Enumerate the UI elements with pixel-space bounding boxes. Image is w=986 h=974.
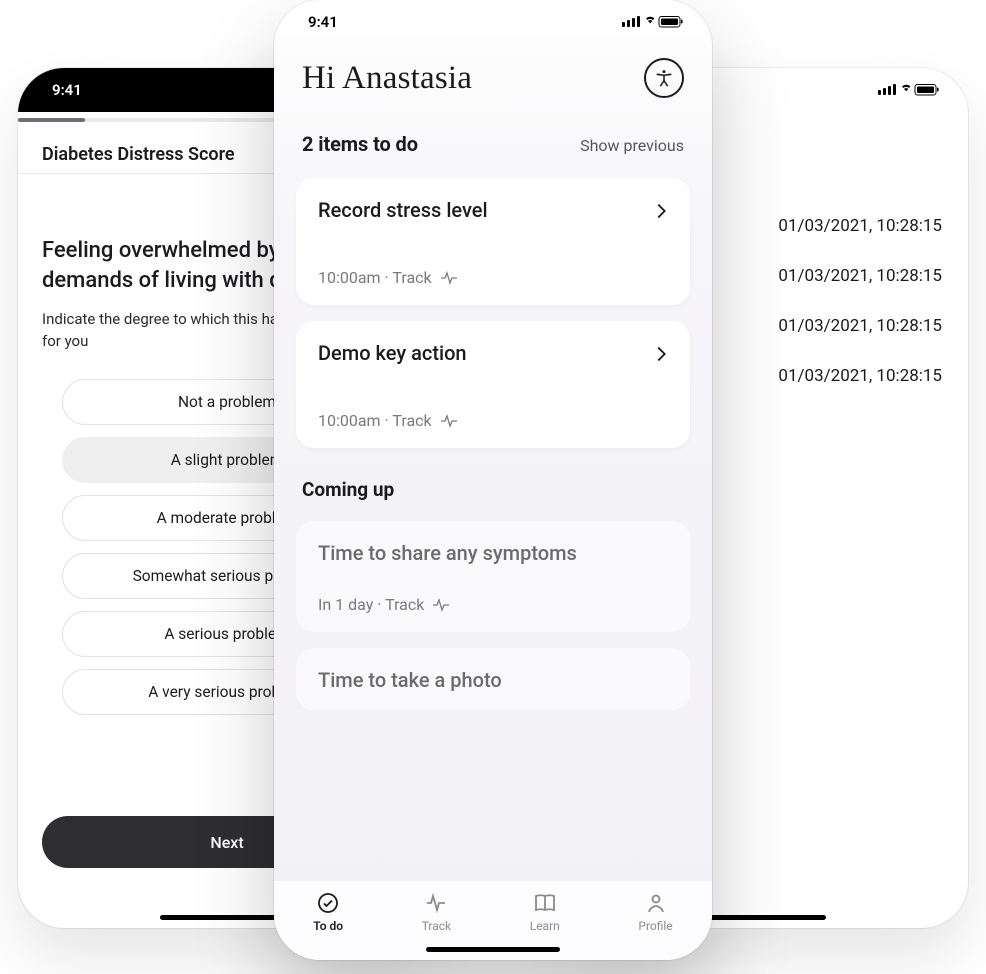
status-time: 9:41	[52, 81, 82, 99]
todo-card[interactable]: Demo key action 10:00am · Track	[296, 321, 690, 448]
show-previous-link[interactable]: Show previous	[580, 136, 684, 155]
card-meta: 10:00am · Track	[318, 411, 668, 430]
pulse-icon	[432, 598, 450, 612]
accessibility-icon	[653, 67, 675, 89]
user-icon	[644, 891, 668, 915]
check-circle-icon	[316, 891, 340, 915]
coming-up-heading: Coming up	[274, 448, 712, 511]
status-bar: 9:41	[274, 0, 712, 44]
tab-profile[interactable]: Profile	[638, 891, 672, 933]
pulse-icon	[440, 271, 458, 285]
tab-todo[interactable]: To do	[313, 891, 343, 933]
home-screen: 9:41 Hi Anastasia 2 items to do Show pre…	[274, 0, 712, 960]
tab-label: Profile	[638, 919, 672, 933]
tab-label: To do	[313, 919, 343, 933]
tab-track[interactable]: Track	[422, 891, 451, 933]
tab-label: Track	[422, 919, 451, 933]
status-icons	[622, 16, 684, 28]
tab-label: Learn	[530, 919, 560, 933]
coming-up-card[interactable]: Time to share any symptoms In 1 day · Tr…	[296, 521, 690, 632]
chevron-right-icon	[650, 200, 672, 222]
card-title: Time to take a photo	[318, 668, 668, 692]
status-icons	[878, 84, 940, 96]
todo-heading: 2 items to do	[302, 132, 418, 156]
accessibility-button[interactable]	[644, 58, 684, 98]
pulse-icon	[440, 414, 458, 428]
home-indicator	[426, 947, 560, 952]
chevron-right-icon	[650, 343, 672, 365]
home-indicator	[692, 915, 826, 920]
todo-card[interactable]: Record stress level 10:00am · Track	[296, 178, 690, 305]
coming-up-card[interactable]: Time to take a photo	[296, 648, 690, 710]
card-title: Time to share any symptoms	[318, 541, 668, 565]
book-icon	[533, 891, 557, 915]
greeting: Hi Anastasia	[302, 60, 472, 97]
card-title: Demo key action	[318, 341, 668, 365]
card-meta: 10:00am · Track	[318, 268, 668, 287]
card-meta: In 1 day · Track	[318, 595, 668, 614]
tab-learn[interactable]: Learn	[530, 891, 560, 933]
pulse-icon	[424, 891, 448, 915]
card-title: Record stress level	[318, 198, 668, 222]
status-time: 9:41	[308, 13, 338, 31]
